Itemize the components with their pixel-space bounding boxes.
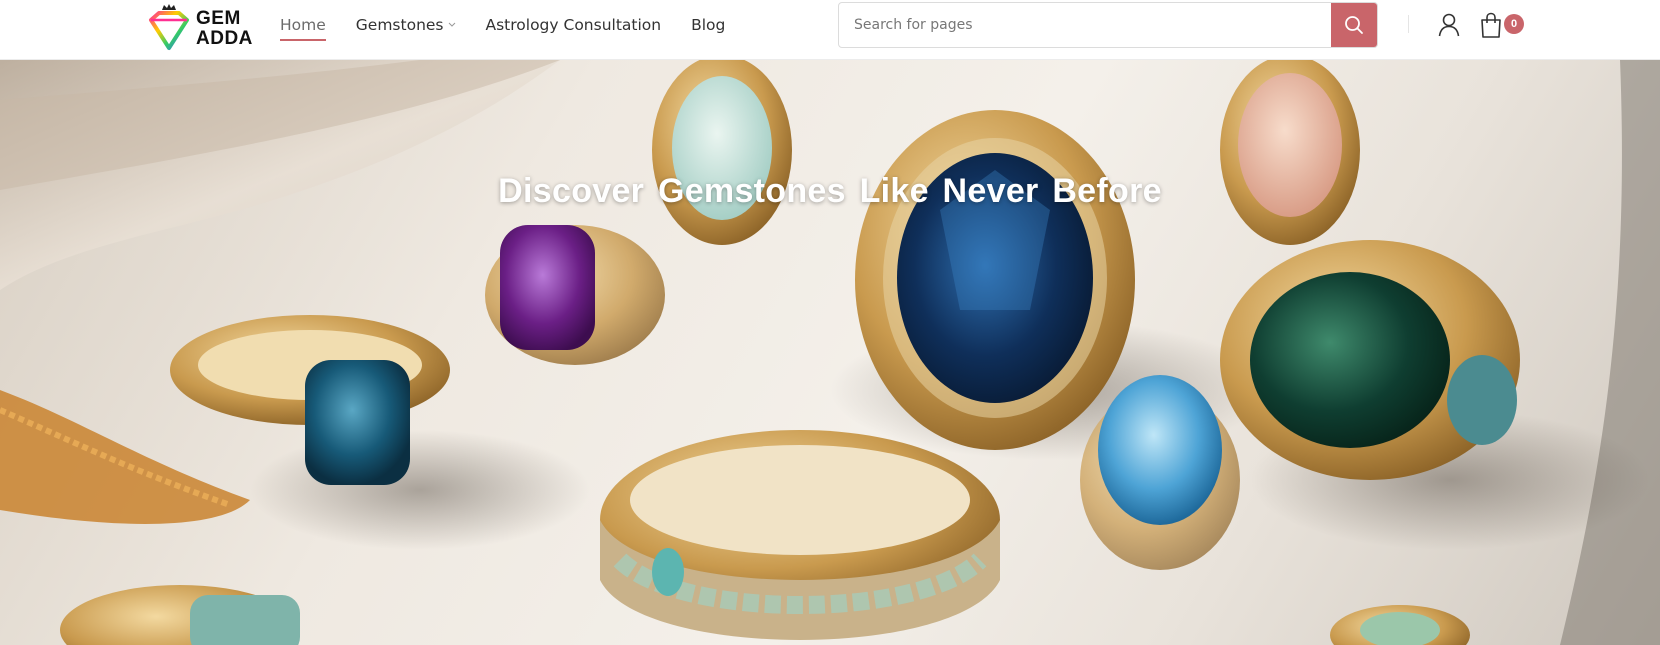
nav-item-astrology-consultation[interactable]: Astrology Consultation xyxy=(486,16,662,34)
search-input[interactable] xyxy=(839,3,1331,47)
account-button[interactable] xyxy=(1436,12,1462,38)
user-icon xyxy=(1438,13,1460,37)
nav-item-label: Astrology Consultation xyxy=(485,16,662,34)
nav-item-label: Home xyxy=(280,16,326,34)
search-bar xyxy=(838,2,1378,48)
search-button[interactable] xyxy=(1331,3,1377,47)
hero-title: Discover Gemstones Like Never Before xyxy=(498,172,1162,210)
site-header: GEM ADDA Home Gemstones Astrology Consul… xyxy=(0,0,1660,60)
header-divider xyxy=(1408,15,1409,33)
shopping-bag-icon xyxy=(1481,12,1501,38)
nav-item-label: Blog xyxy=(691,16,726,34)
cart-button[interactable] xyxy=(1478,11,1504,39)
brand-logo[interactable]: GEM ADDA xyxy=(143,2,253,52)
nav-item-gemstones[interactable]: Gemstones xyxy=(356,16,456,34)
chevron-down-icon xyxy=(448,21,456,31)
nav-item-home[interactable]: Home xyxy=(280,16,326,41)
search-icon xyxy=(1345,16,1363,34)
cart-count-badge: 0 xyxy=(1504,14,1524,34)
brand-name: GEM ADDA xyxy=(196,9,253,49)
brand-name-line2: ADDA xyxy=(196,28,253,49)
main-nav: Home Gemstones Astrology Consultation Bl… xyxy=(280,0,755,50)
diamond-crown-logo-icon xyxy=(149,4,189,50)
brand-name-line1: GEM xyxy=(196,8,241,29)
nav-item-label: Gemstones xyxy=(355,16,444,34)
hero-banner: Discover Gemstones Like Never Before xyxy=(0,60,1660,645)
nav-item-blog[interactable]: Blog xyxy=(691,16,725,34)
gemstone-rings-image xyxy=(0,60,1660,645)
